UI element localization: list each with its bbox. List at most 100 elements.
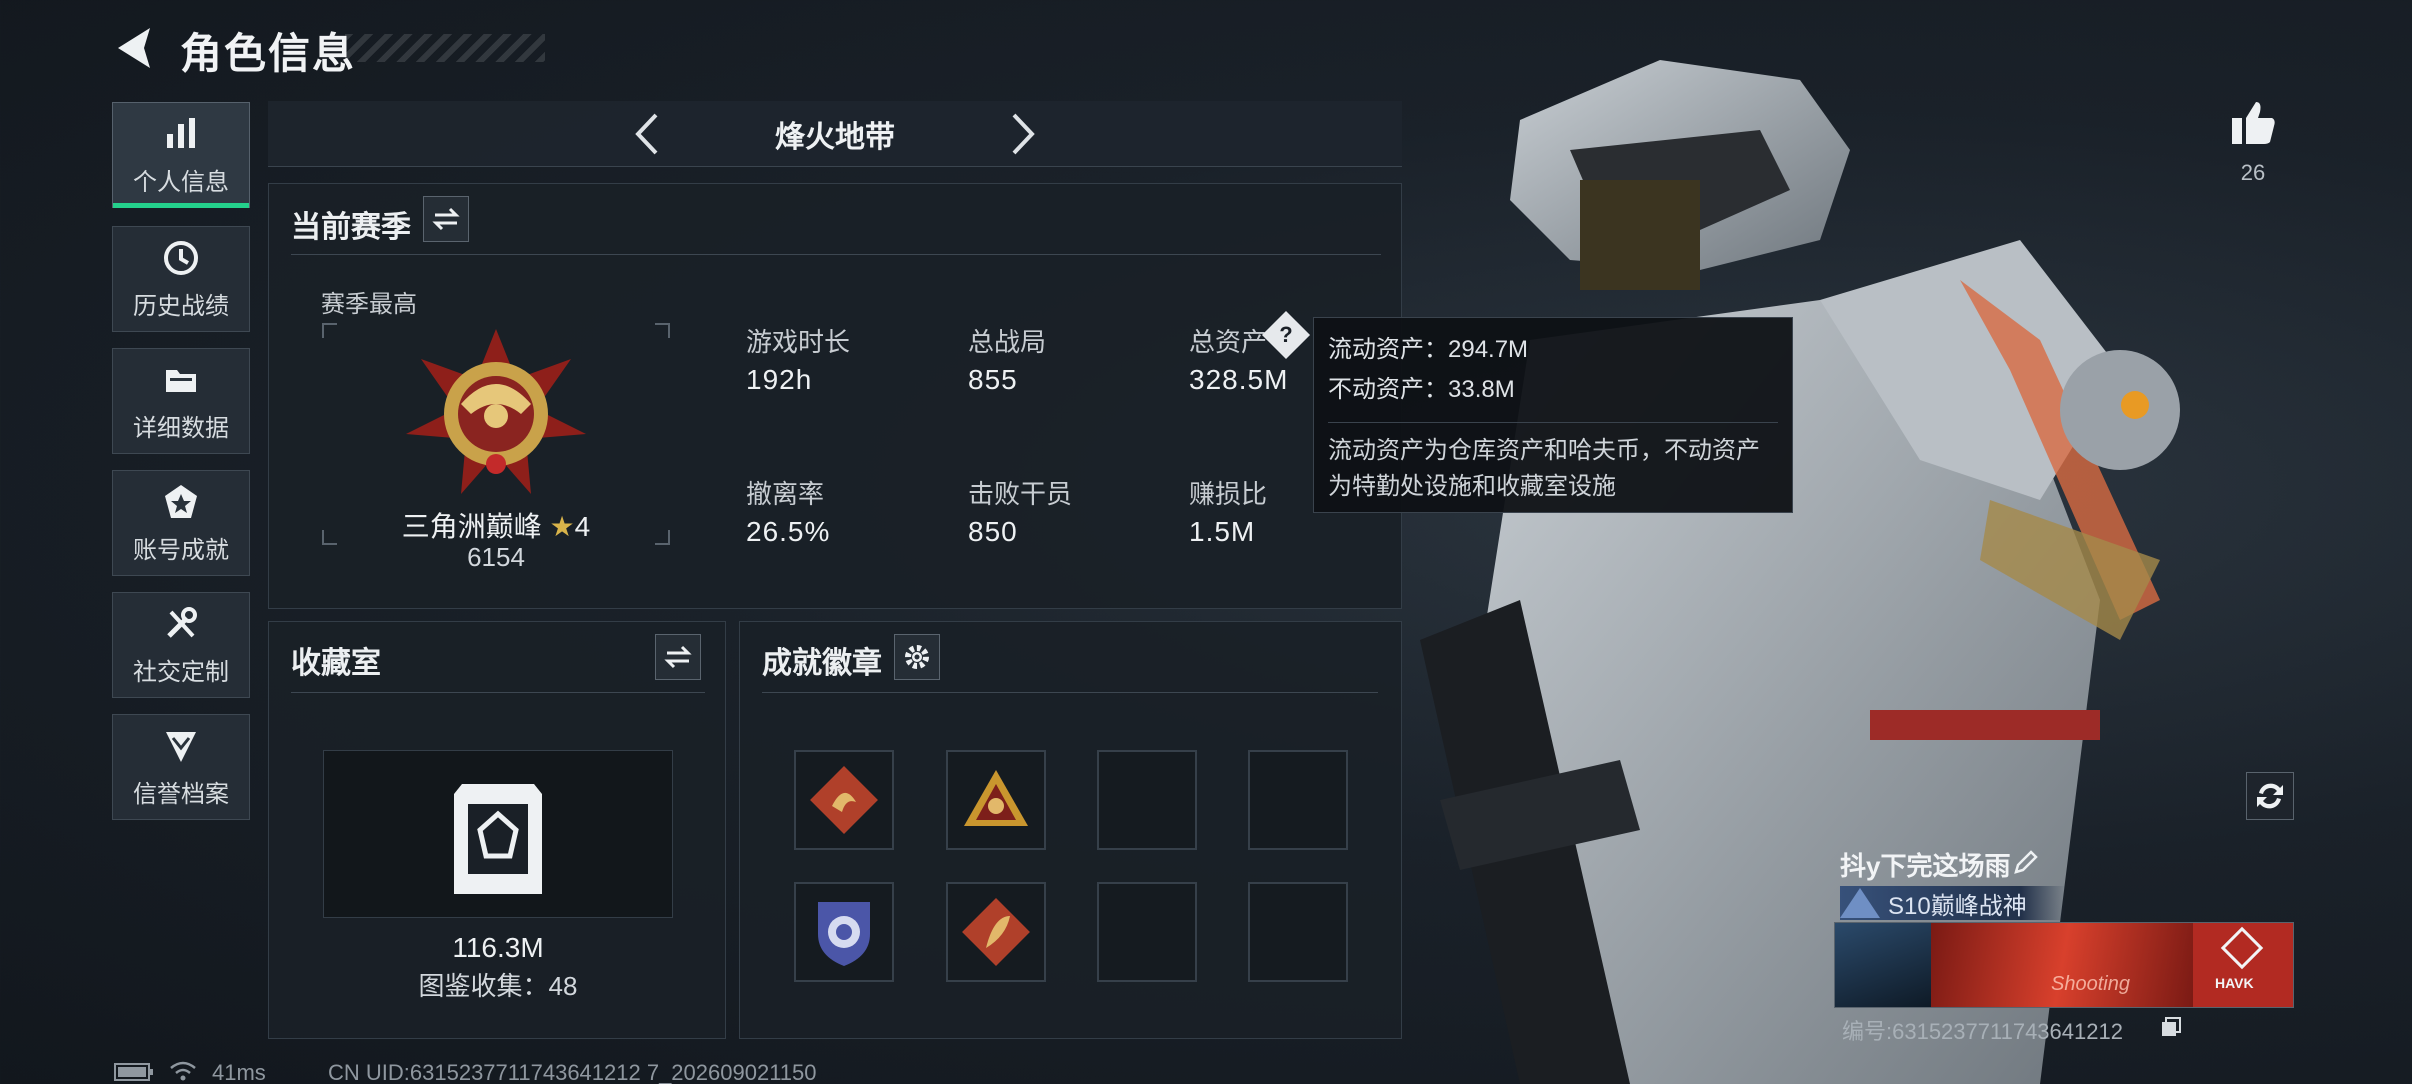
divider <box>762 692 1378 693</box>
badge-slot[interactable] <box>946 882 1046 982</box>
title-badge-icon <box>1840 888 1880 918</box>
display-case-icon <box>454 784 542 894</box>
rank-name: 三角洲巅峰 <box>401 511 542 542</box>
title-badge-text: S10巅峰战神 <box>1888 892 2027 920</box>
stat-value: 850 <box>968 516 1018 547</box>
badge-slot-empty[interactable] <box>1097 882 1197 982</box>
bar-chart-icon <box>167 117 195 148</box>
sidebar-item-achievements[interactable]: 账号成就 <box>112 470 250 576</box>
card-art: Shooting <box>1931 923 2193 1007</box>
tooltip-desc-line: 流动资产为仓库资产和哈夫币，不动资产 <box>1328 437 1760 464</box>
section-title: 当前赛季 <box>291 211 411 244</box>
name-card[interactable]: Shooting HAVK <box>1834 922 2294 1008</box>
edit-pencil-icon[interactable] <box>2012 848 2040 876</box>
star-icon: ★ <box>549 511 575 542</box>
sidebar-item-credit-file[interactable]: 信誉档案 <box>112 714 250 820</box>
stat-value: 1.5M <box>1189 516 1256 547</box>
sidebar-item-label: 历史战绩 <box>133 292 229 320</box>
badge-slot-empty[interactable] <box>1248 882 1348 982</box>
refresh-icon <box>2257 783 2283 809</box>
operator-avatar <box>1835 923 1931 1007</box>
badge-slot[interactable] <box>946 750 1046 850</box>
sidebar-item-history[interactable]: 历史战绩 <box>112 226 250 332</box>
sidebar-item-detail-data[interactable]: 详细数据 <box>112 348 250 454</box>
achievement-star-icon <box>165 484 197 518</box>
achievement-badges-panel: 成就徽章 <box>739 621 1402 1039</box>
next-mode-chevron-icon[interactable] <box>996 109 1046 159</box>
sidebar-item-label: 个人信息 <box>133 168 229 196</box>
title-decoration <box>345 34 545 62</box>
pyramid-badge-icon <box>964 770 1028 826</box>
rank-points: 6154 <box>467 542 525 572</box>
divider <box>291 254 1381 255</box>
back-arrow-icon[interactable] <box>110 22 160 74</box>
section-title: 成就徽章 <box>762 647 882 680</box>
sidebar-item-label: 社交定制 <box>133 658 229 686</box>
card-logo-text: HAVK <box>2215 975 2254 991</box>
gear-icon <box>905 645 929 669</box>
stat-value: 855 <box>968 364 1018 395</box>
help-question-glyph: ? <box>1279 322 1293 347</box>
page-title: 角色信息 <box>180 30 357 77</box>
collection-switch-button[interactable] <box>655 634 701 680</box>
current-season-panel: 当前赛季 赛季最高 三角洲巅峰 ★4 6154 游戏时长 192h 总战局 85… <box>268 183 1402 609</box>
lion-shield-badge-icon <box>818 902 870 966</box>
stat-value: 26.5% <box>746 516 831 547</box>
previous-mode-chevron-icon[interactable] <box>624 109 674 159</box>
badge-slot-empty[interactable] <box>1097 750 1197 850</box>
badge-settings-button[interactable] <box>894 634 940 680</box>
collection-catalog: 图鉴收集：48 <box>418 971 578 1001</box>
tools-icon <box>167 606 197 638</box>
title-badge: S10巅峰战神 <box>1840 886 2066 920</box>
rank-emblem-icon <box>406 329 586 494</box>
rotate-model-button[interactable] <box>2246 772 2294 820</box>
folder-icon <box>166 369 196 392</box>
rank-stars: 4 <box>574 511 591 542</box>
asset-tooltip: 流动资产：294.7M 不动资产：33.8M 流动资产为仓库资产和哈夫币，不动资… <box>1313 317 1793 513</box>
swap-arrows-icon <box>432 207 460 231</box>
dragon-badge-icon <box>810 766 878 834</box>
tooltip-desc-line: 为特勤处设施和收藏室设施 <box>1328 473 1616 500</box>
havk-logo-icon <box>2220 926 2264 970</box>
stat-value: 192h <box>746 364 813 395</box>
tooltip-description: 流动资产为仓库资产和哈夫币，不动资产 为特勤处设施和收藏室设施 <box>1328 422 1778 505</box>
tooltip-fixed-assets: 不动资产：33.8M <box>1328 376 1515 403</box>
feather-badge-icon <box>962 898 1030 966</box>
badge-slot[interactable] <box>794 750 894 850</box>
stat-label: 总资产 <box>1189 327 1268 357</box>
battery-icon <box>114 1063 153 1081</box>
sidebar-item-personal-info[interactable]: 个人信息 <box>112 102 250 208</box>
collection-room-panel: 收藏室 116.3M 图鉴收集：48 <box>268 621 726 1039</box>
sidebar-item-label: 详细数据 <box>133 414 229 442</box>
like-count: 26 <box>2240 160 2266 185</box>
stat-label: 击败干员 <box>968 479 1073 509</box>
mode-selector: 烽火地带 <box>268 101 1402 167</box>
divider <box>291 692 705 693</box>
stat-label: 撤离率 <box>746 479 825 509</box>
sidebar-item-label: 信誉档案 <box>133 780 229 808</box>
stat-label: 赚损比 <box>1189 479 1268 509</box>
history-clock-icon <box>164 240 198 275</box>
stat-value: 328.5M <box>1189 364 1289 395</box>
like-thumbs-up-icon[interactable] <box>2228 98 2278 148</box>
tooltip-liquid-assets: 流动资产：294.7M <box>1328 336 1529 363</box>
mode-title: 烽火地带 <box>775 120 895 154</box>
section-title: 收藏室 <box>291 647 381 680</box>
stat-label: 游戏时长 <box>746 327 851 357</box>
badge-slot[interactable] <box>794 882 894 982</box>
card-script-text: Shooting <box>2051 973 2130 995</box>
player-id: 编号:6315237711743641212 <box>1842 1019 2123 1044</box>
uid-text: CN UID:6315237711743641212 7_20260902115… <box>328 1060 817 1084</box>
rank-name-row: 三角洲巅峰 ★4 <box>269 505 723 545</box>
shield-chevron-icon <box>166 731 196 762</box>
copy-icon[interactable] <box>2160 1016 2182 1038</box>
ping-text: 41ms <box>212 1060 266 1084</box>
sidebar-item-social-custom[interactable]: 社交定制 <box>112 592 250 698</box>
sidebar-item-label: 账号成就 <box>133 536 229 564</box>
stat-label: 总战局 <box>968 327 1047 357</box>
season-highest-label: 赛季最高 <box>321 291 417 318</box>
player-name: 抖y下完这场雨 <box>1840 851 2011 881</box>
wifi-icon <box>170 1061 196 1081</box>
badge-slot-empty[interactable] <box>1248 750 1348 850</box>
season-switch-button[interactable] <box>423 196 469 242</box>
